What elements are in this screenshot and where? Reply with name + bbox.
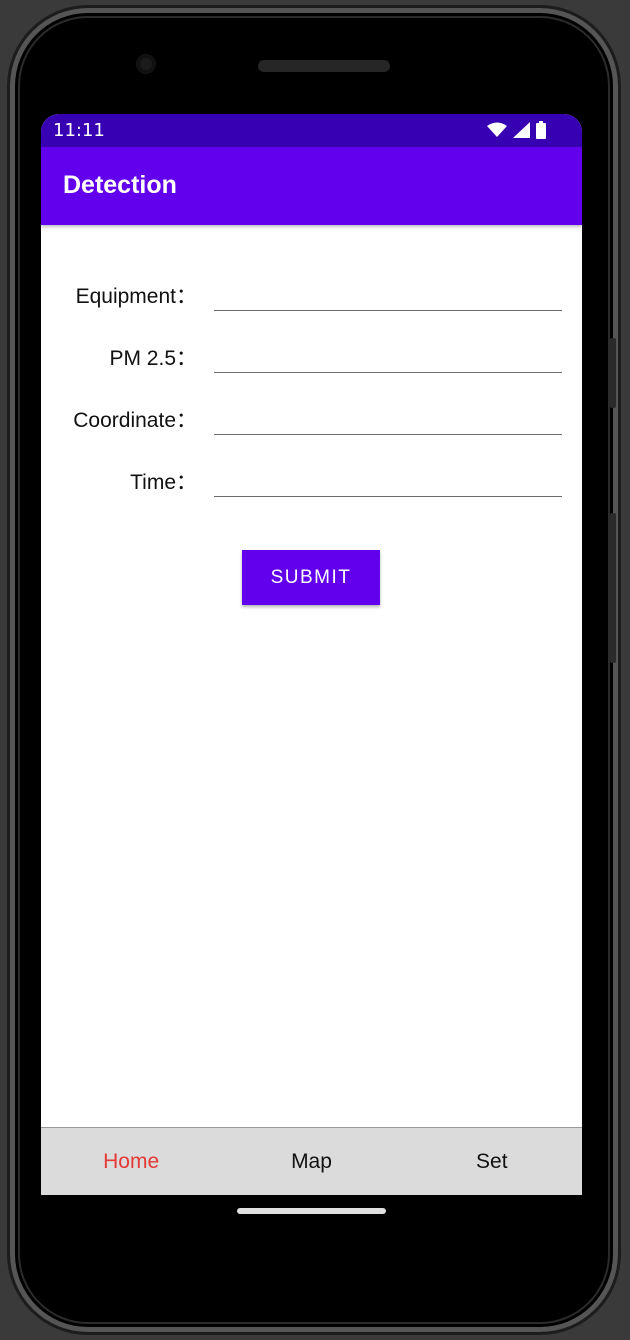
bottom-nav: Home Map Set bbox=[41, 1127, 582, 1195]
coordinate-row: Coordinate： bbox=[41, 398, 582, 438]
status-time: 11:11 bbox=[53, 120, 105, 141]
app-screen: 11:11 Detection Equipment： PM 2.5： Coord… bbox=[41, 114, 582, 1195]
pm25-label: PM 2.5： bbox=[109, 347, 197, 370]
coordinate-label: Coordinate： bbox=[73, 409, 197, 432]
time-label: Time： bbox=[130, 471, 197, 494]
home-gesture-bar[interactable] bbox=[237, 1208, 386, 1214]
front-camera bbox=[136, 54, 156, 74]
nav-item-map[interactable]: Map bbox=[221, 1128, 401, 1195]
equipment-row: Equipment： bbox=[41, 274, 582, 314]
coordinate-input[interactable] bbox=[214, 398, 562, 435]
earpiece-speaker bbox=[258, 60, 390, 72]
time-row: Time： bbox=[41, 460, 582, 500]
pm25-input[interactable] bbox=[214, 336, 562, 373]
time-input[interactable] bbox=[214, 460, 562, 497]
app-bar: Detection bbox=[41, 147, 582, 225]
app-title: Detection bbox=[63, 171, 177, 199]
equipment-label: Equipment： bbox=[75, 285, 197, 308]
wifi-icon bbox=[487, 122, 507, 137]
nav-item-home[interactable]: Home bbox=[41, 1128, 221, 1195]
battery-icon bbox=[536, 121, 546, 139]
status-icons bbox=[487, 121, 546, 139]
equipment-input[interactable] bbox=[214, 274, 562, 311]
nav-item-set[interactable]: Set bbox=[402, 1128, 582, 1195]
pm25-row: PM 2.5： bbox=[41, 336, 582, 376]
power-button bbox=[610, 338, 616, 408]
submit-button[interactable]: SUBMIT bbox=[242, 550, 380, 605]
status-bar: 11:11 bbox=[41, 114, 582, 147]
cellular-signal-icon bbox=[513, 122, 530, 138]
volume-button bbox=[610, 513, 616, 663]
